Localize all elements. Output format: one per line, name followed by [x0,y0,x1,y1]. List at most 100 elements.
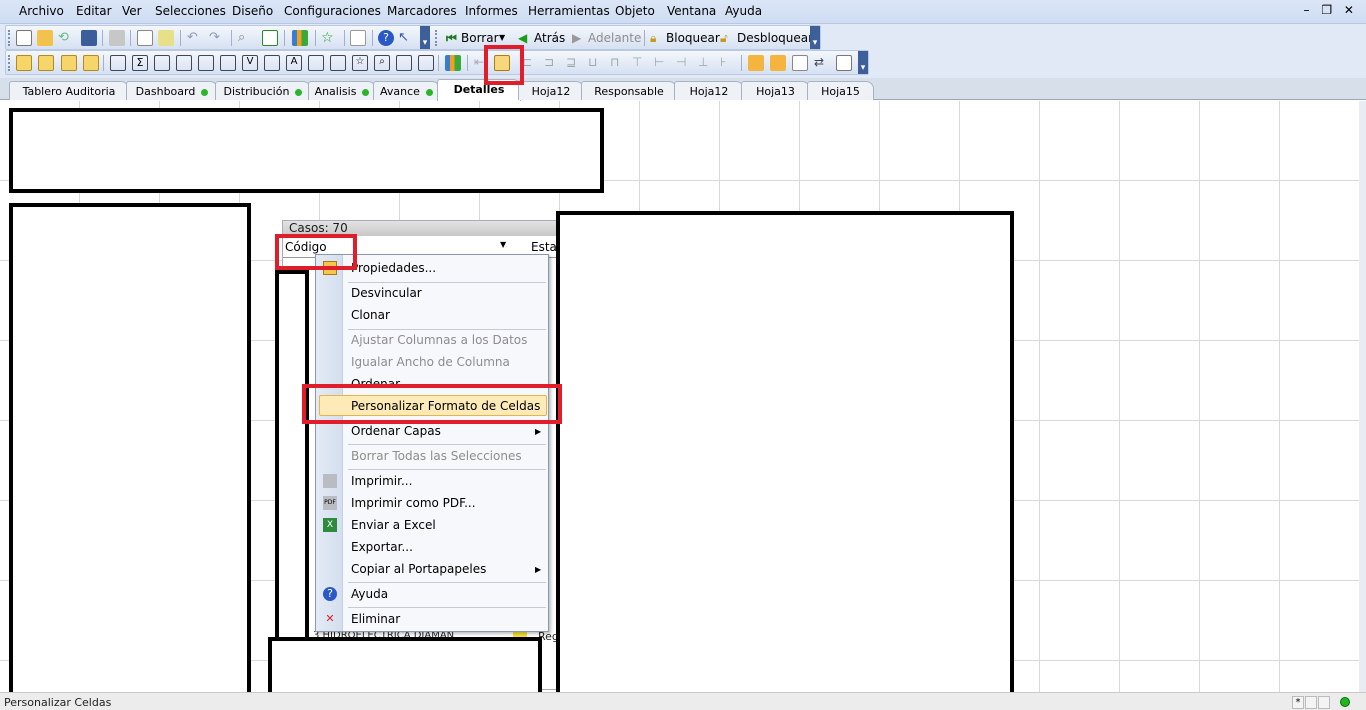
toolbar-overflow-icon[interactable]: ▾ [810,26,820,49]
toolbar-grip[interactable] [8,30,11,46]
slider-icon[interactable] [330,55,346,71]
open-folder-icon[interactable] [37,30,53,46]
statistics-box-icon[interactable]: Σ [132,55,148,71]
align-left-icon[interactable]: ⊏ [522,55,538,71]
menu-item-ajustar-columnas[interactable]: Ajustar Columnas a los Datos [351,333,527,347]
search-icon[interactable]: ⌕ [238,30,254,46]
line-arrow-icon[interactable] [308,55,324,71]
text-object-icon[interactable]: A [286,55,302,71]
edit-script-icon[interactable] [137,30,153,46]
new-document-icon[interactable] [16,30,32,46]
properties-icon[interactable] [748,55,764,71]
sheet-order-icon[interactable] [83,55,99,71]
edit-module-icon[interactable] [792,55,808,71]
check-selection-icon[interactable] [262,30,278,46]
input-box-icon[interactable] [220,55,236,71]
window-controls[interactable]: – ❐ ✕ [1304,3,1358,17]
tab-avance[interactable]: Avance [373,81,440,100]
menu-ver[interactable]: Ver [122,4,142,18]
chart-icon[interactable] [198,55,214,71]
desbloquear-button[interactable]: Desbloquear [737,31,813,45]
edit-icon[interactable] [350,30,366,46]
tab-dashboard[interactable]: Dashboard [126,81,218,100]
sheet-properties-icon[interactable] [61,55,77,71]
toolbar-overflow-icon[interactable]: ▾ [858,51,868,74]
menu-item-copiar-portapapeles[interactable]: Copiar al Portapapeles [351,562,486,576]
print-icon[interactable] [109,30,125,46]
adelante-button[interactable]: Adelante [588,31,641,45]
chart-wizard-icon[interactable] [292,30,308,46]
menu-informes[interactable]: Informes [465,4,518,18]
tab-responsable[interactable]: Responsable [581,81,677,100]
chevron-down-icon[interactable]: ▼ [499,33,505,42]
menu-item-igualar-ancho[interactable]: Igualar Ancho de Columna [351,355,510,369]
adjust-left-icon[interactable]: ⊦ [720,55,736,71]
multibox-icon[interactable] [176,55,192,71]
menu-item-exportar[interactable]: Exportar... [351,540,413,554]
space-horizontal-icon[interactable]: ⊢ [654,55,670,71]
menu-archivo[interactable]: Archivo [19,4,64,18]
bookmark-object-icon[interactable]: ☆ [352,55,368,71]
menu-herramientas[interactable]: Herramientas [528,4,610,18]
undo-icon[interactable]: ↶ [187,30,203,46]
column-dropdown-icon[interactable]: ▼ [500,240,506,249]
search-object-icon[interactable]: ⌕ [374,55,390,71]
redo-icon[interactable]: ↷ [209,30,225,46]
tab-hoja13[interactable]: Hoja13 [741,81,810,100]
vertical-scrollbar[interactable] [1359,101,1366,692]
tab-tablero-auditoria[interactable]: Tablero Auditoria [9,81,129,100]
menu-item-desvincular[interactable]: Desvincular [351,286,422,300]
menu-item-imprimir-pdf[interactable]: Imprimir como PDF... [351,496,476,510]
adjust-top-icon[interactable]: ⊥ [698,55,714,71]
menu-item-ayuda[interactable]: Ayuda [351,587,388,601]
menu-selecciones[interactable]: Selecciones [155,4,226,18]
menu-item-enviar-excel[interactable]: Enviar a Excel [351,518,436,532]
reload-icon[interactable] [158,30,174,46]
menu-item-eliminar[interactable]: Eliminar [351,612,400,626]
borrar-button[interactable]: Borrar [461,31,499,45]
menu-item-borrar-selecciones[interactable]: Borrar Todas las Selecciones [351,449,522,463]
container-icon[interactable] [396,55,412,71]
new-object-icon[interactable] [836,55,852,71]
menu-ayuda[interactable]: Ayuda [725,4,762,18]
button-object-icon[interactable] [264,55,280,71]
bookmark-star-icon[interactable]: ☆ [321,30,337,46]
menu-item-clonar[interactable]: Clonar [351,308,390,322]
tab-distribucion[interactable]: Distribución [215,81,311,100]
refresh-icon[interactable]: ⟲ [58,30,74,46]
menu-configuraciones[interactable]: Configuraciones [284,4,381,18]
atras-button[interactable]: Atrás [534,31,565,45]
menu-marcadores[interactable]: Marcadores [387,4,457,18]
custom-object-icon[interactable] [418,55,434,71]
new-chart-wizard-icon[interactable] [445,55,461,71]
align-bottom-icon[interactable]: ⊔ [588,55,604,71]
menu-objeto[interactable]: Objeto [615,4,655,18]
align-center-icon[interactable]: ⊐ [544,55,560,71]
bloquear-button[interactable]: Bloquear [666,31,720,45]
menu-ventana[interactable]: Ventana [667,4,716,18]
context-help-icon[interactable]: ↖ [398,30,414,46]
tab-hoja15[interactable]: Hoja15 [807,81,874,100]
add-sheet-icon[interactable] [38,55,54,71]
listbox-icon[interactable] [110,55,126,71]
expression-overview-icon[interactable]: ⇄ [814,55,830,71]
space-vertical-icon[interactable]: ⊣ [676,55,692,71]
document-properties-icon[interactable] [770,55,786,71]
current-selections-icon[interactable]: V [242,55,258,71]
table-box-icon[interactable] [154,55,170,71]
tab-hoja12-second[interactable]: Hoja12 [674,81,744,100]
toolbar-overflow-icon[interactable]: ▾ [420,26,430,49]
menu-item-propiedades[interactable]: Propiedades... [351,261,436,275]
toolbar-grip[interactable] [435,30,438,46]
align-top-icon[interactable]: ⊤ [632,55,648,71]
help-icon[interactable]: ? [378,30,394,46]
menu-editar[interactable]: Editar [76,4,112,18]
menu-diseno[interactable]: Diseño [232,4,273,18]
toolbar-grip[interactable] [8,55,11,71]
save-icon[interactable] [81,30,97,46]
tab-hoja12[interactable]: Hoja12 [518,81,584,100]
new-sheet-icon[interactable] [16,55,32,71]
tab-analisis[interactable]: Analisis [308,81,376,100]
align-right-icon[interactable]: ⊒ [566,55,582,71]
menu-item-imprimir[interactable]: Imprimir... [351,474,412,488]
